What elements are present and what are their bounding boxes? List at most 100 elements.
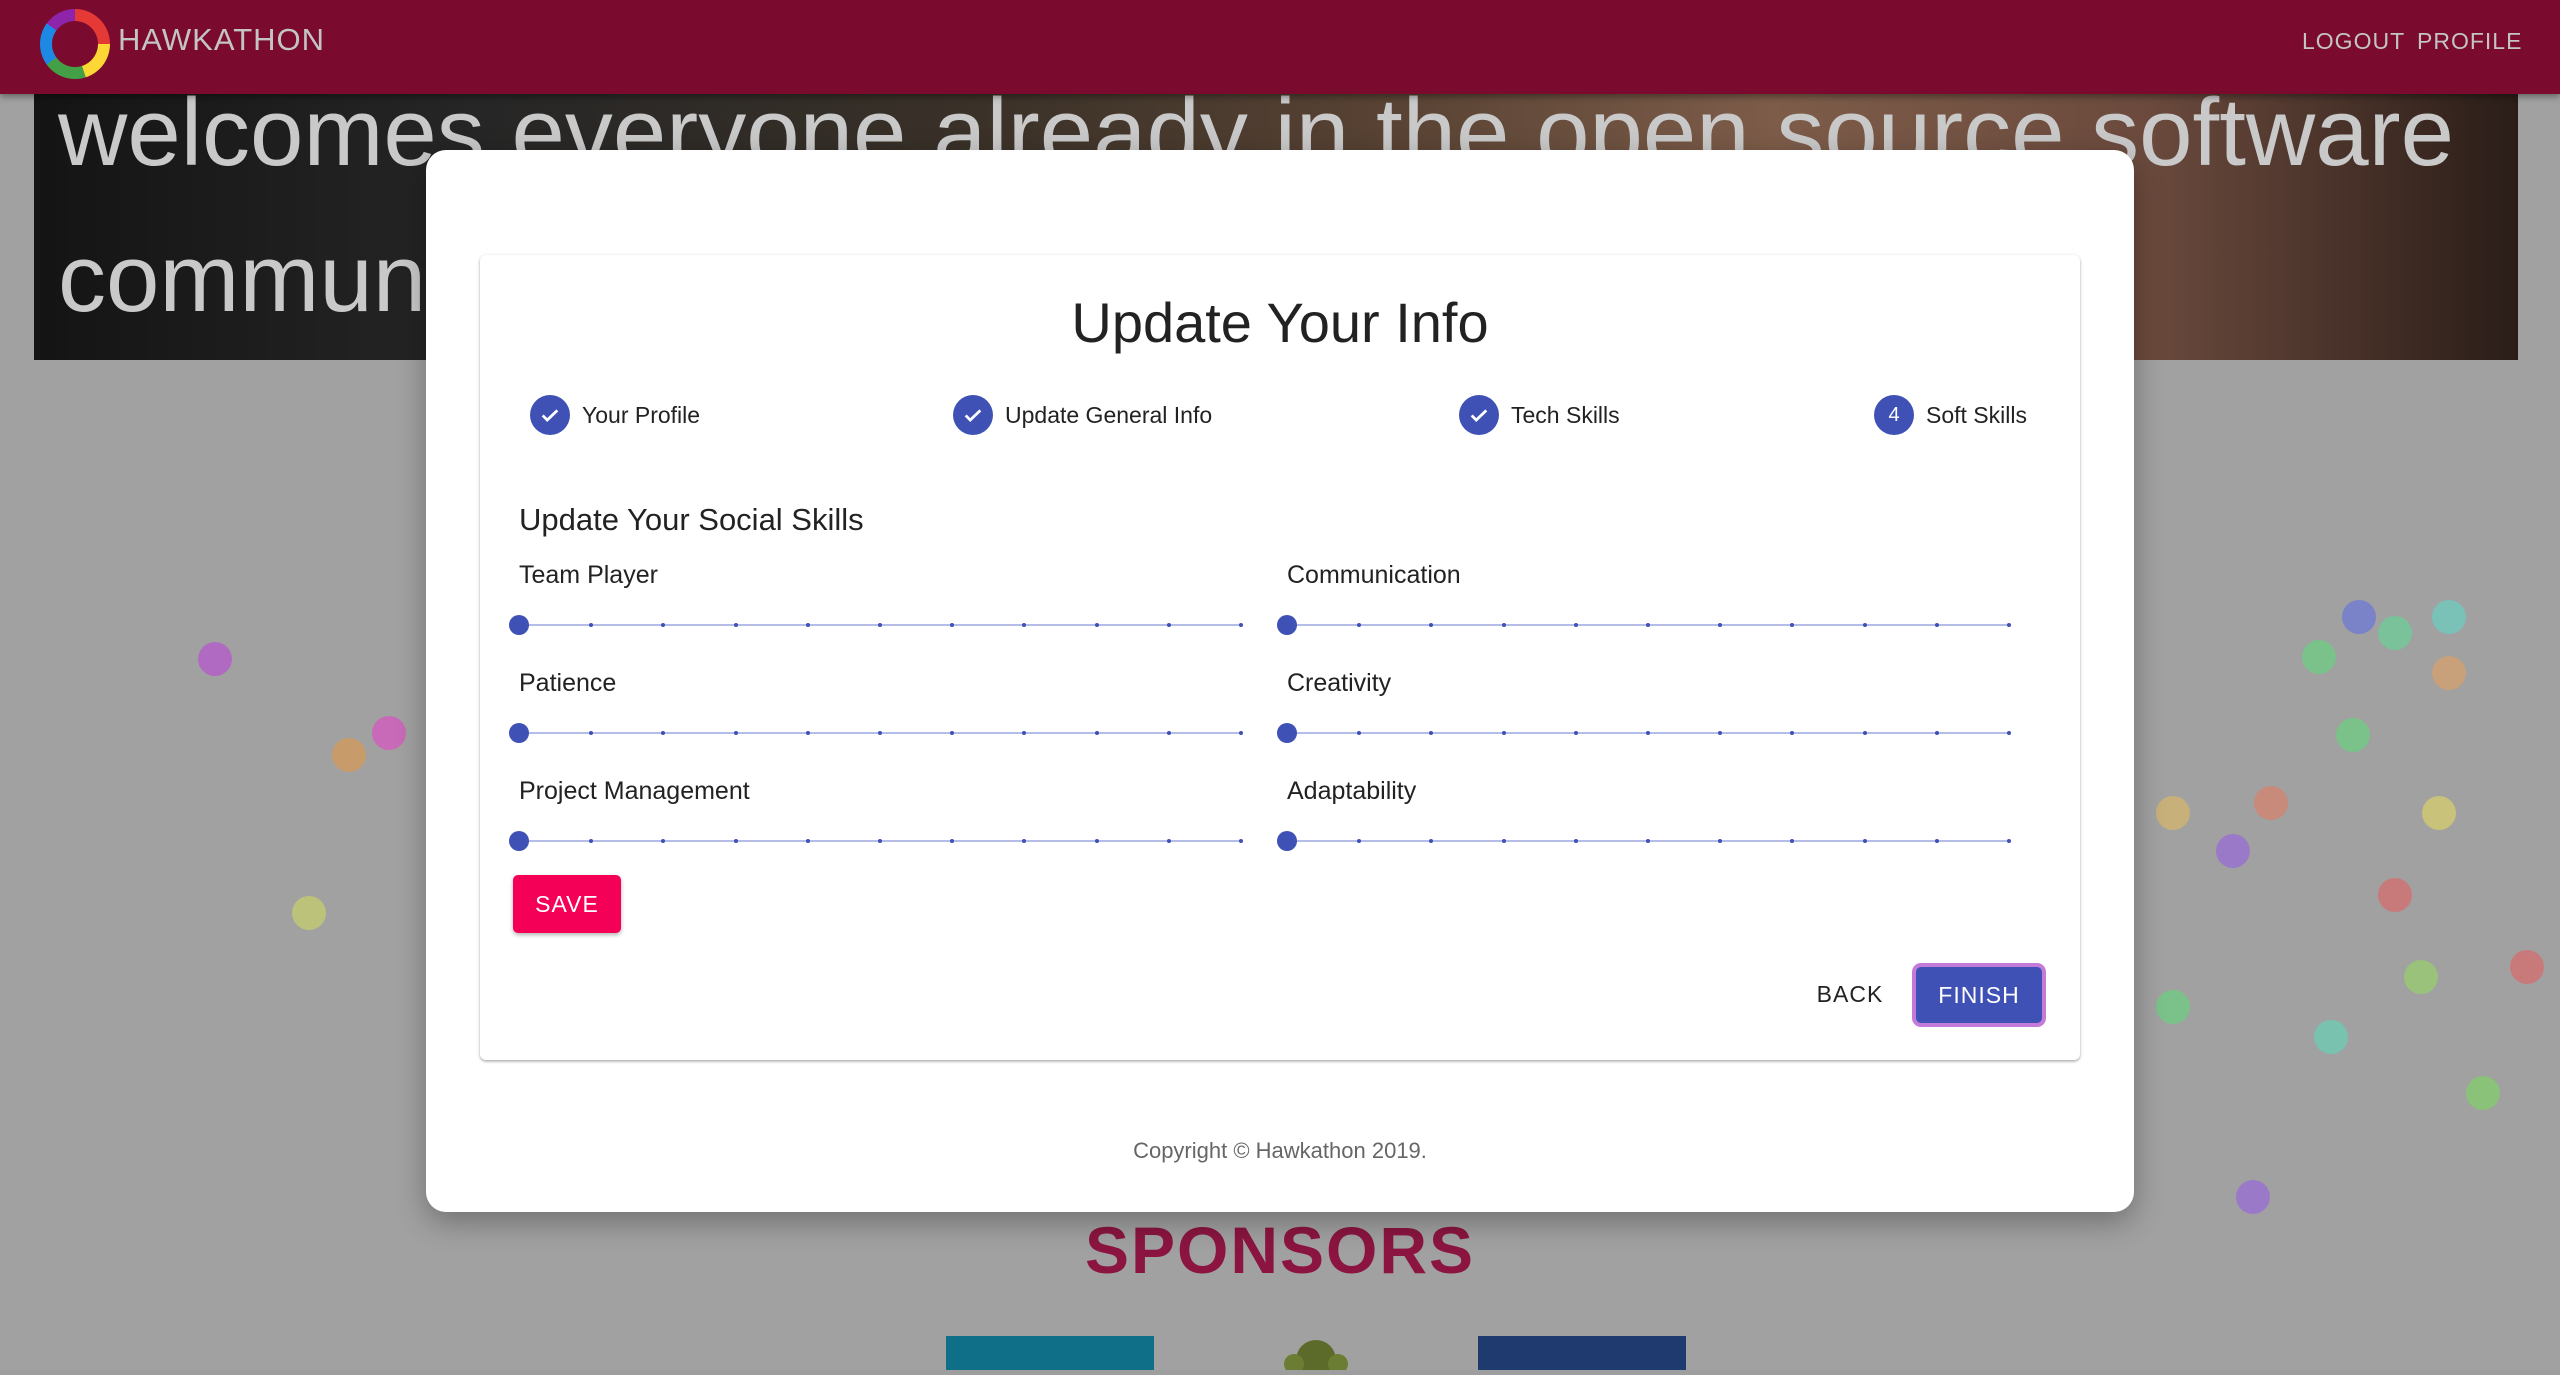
slider-tick <box>1862 623 1867 627</box>
profile-link[interactable]: PROFILE <box>2417 28 2522 55</box>
confetti-dot <box>2302 640 2336 674</box>
tree-logo-icon <box>1284 1340 1348 1375</box>
communication-label: Communication <box>1287 561 1461 589</box>
slider-tick <box>589 623 594 627</box>
sponsor-logo[interactable] <box>1478 1336 1686 1370</box>
confetti-dot <box>2378 878 2412 912</box>
step-tech-skills[interactable]: Tech Skills <box>1459 395 1620 435</box>
slider-tick <box>950 839 955 843</box>
slider-thumb[interactable] <box>509 723 529 743</box>
slider-tick <box>733 839 738 843</box>
slider-tick <box>1790 623 1795 627</box>
slider-tick <box>1718 839 1723 843</box>
step-number-badge: 4 <box>1874 395 1914 435</box>
slider-tick <box>1094 731 1099 735</box>
slider-tick <box>589 731 594 735</box>
slider-tick <box>1573 731 1578 735</box>
slider-thumb[interactable] <box>1277 831 1297 851</box>
slider-tick <box>1790 731 1795 735</box>
slider-tick <box>1429 839 1434 843</box>
hawkathon-logo-icon[interactable] <box>40 9 110 79</box>
slider-tick <box>1166 623 1171 627</box>
slider-tick <box>1239 731 1243 735</box>
slider-tick <box>1934 731 1939 735</box>
confetti-dot <box>2254 786 2288 820</box>
confetti-dot <box>2216 834 2250 868</box>
slider-tick <box>2007 731 2011 735</box>
slider-tick <box>1022 623 1027 627</box>
slider-thumb[interactable] <box>1277 615 1297 635</box>
confetti-dot <box>2432 600 2466 634</box>
step-soft-skills[interactable]: 4 Soft Skills <box>1874 395 2027 435</box>
step-update-general-info[interactable]: Update General Info <box>953 395 1212 435</box>
slider-tick <box>1718 623 1723 627</box>
sponsor-logo[interactable] <box>1264 1336 1368 1375</box>
slider-tick <box>1573 839 1578 843</box>
confetti-dot <box>372 716 406 750</box>
step-label: Soft Skills <box>1926 401 2027 428</box>
communication-slider[interactable] <box>1277 615 2011 635</box>
slider-tick <box>1022 839 1027 843</box>
slider-tick <box>1429 731 1434 735</box>
check-icon <box>1459 395 1499 435</box>
slider-tick <box>805 839 810 843</box>
logout-link[interactable]: LOGOUT <box>2302 28 2405 55</box>
update-info-modal: Update Your Info Your Profile Update Gen… <box>426 150 2134 1212</box>
confetti-dot <box>292 896 326 930</box>
back-button[interactable]: BACK <box>1810 965 1890 1023</box>
save-button[interactable]: SAVE <box>513 875 621 933</box>
slider-tick <box>2007 623 2011 627</box>
slider-tick <box>1166 731 1171 735</box>
adaptability-slider[interactable] <box>1277 831 2011 851</box>
slider-tick <box>805 623 810 627</box>
slider-thumb[interactable] <box>1277 723 1297 743</box>
slider-thumb[interactable] <box>509 615 529 635</box>
confetti-dot <box>2510 950 2544 984</box>
slider-tick <box>2007 839 2011 843</box>
slider-tick <box>661 731 666 735</box>
confetti-dot <box>2404 960 2438 994</box>
slider-tick <box>1790 839 1795 843</box>
team-player-slider[interactable] <box>509 615 1243 635</box>
slider-tick <box>1934 839 1939 843</box>
slider-thumb[interactable] <box>509 831 529 851</box>
confetti-dot <box>2156 796 2190 830</box>
slider-tick <box>1573 623 1578 627</box>
slider-tick <box>950 623 955 627</box>
slider-tick <box>1718 731 1723 735</box>
slider-tick <box>1239 839 1243 843</box>
slider-tick <box>1862 839 1867 843</box>
check-icon <box>953 395 993 435</box>
team-player-label: Team Player <box>519 561 658 589</box>
slider-tick <box>1094 623 1099 627</box>
confetti-dot <box>2342 600 2376 634</box>
slider-tick <box>661 623 666 627</box>
slider-tick <box>1429 623 1434 627</box>
creativity-label: Creativity <box>1287 669 1392 697</box>
slider-tick <box>950 731 955 735</box>
brand-name[interactable]: HAWKATHON <box>118 22 325 58</box>
slider-tick <box>1646 839 1650 843</box>
stepper-card: Update Your Info Your Profile Update Gen… <box>480 255 2080 1060</box>
slider-tick <box>1646 731 1650 735</box>
sponsor-logo[interactable] <box>946 1336 1154 1370</box>
sponsors-title: SPONSORS <box>1084 1213 1476 1287</box>
confetti-dot <box>2466 1076 2500 1110</box>
confetti-dot <box>2336 718 2370 752</box>
slider-tick <box>1239 623 1243 627</box>
project-management-slider[interactable] <box>509 831 1243 851</box>
finish-button[interactable]: FINISH <box>1916 967 2042 1023</box>
slider-tick <box>1934 623 1939 627</box>
slider-tick <box>589 839 594 843</box>
slider-tick <box>1357 731 1362 735</box>
step-your-profile[interactable]: Your Profile <box>530 395 700 435</box>
slider-tick <box>1166 839 1171 843</box>
adaptability-label: Adaptability <box>1287 777 1417 805</box>
slider-tick <box>1646 623 1650 627</box>
modal-title: Update Your Info <box>1071 291 1489 354</box>
patience-slider[interactable] <box>509 723 1243 743</box>
confetti-dot <box>2236 1180 2270 1214</box>
slider-tick <box>1501 623 1506 627</box>
confetti-dot <box>2422 796 2456 830</box>
creativity-slider[interactable] <box>1277 723 2011 743</box>
